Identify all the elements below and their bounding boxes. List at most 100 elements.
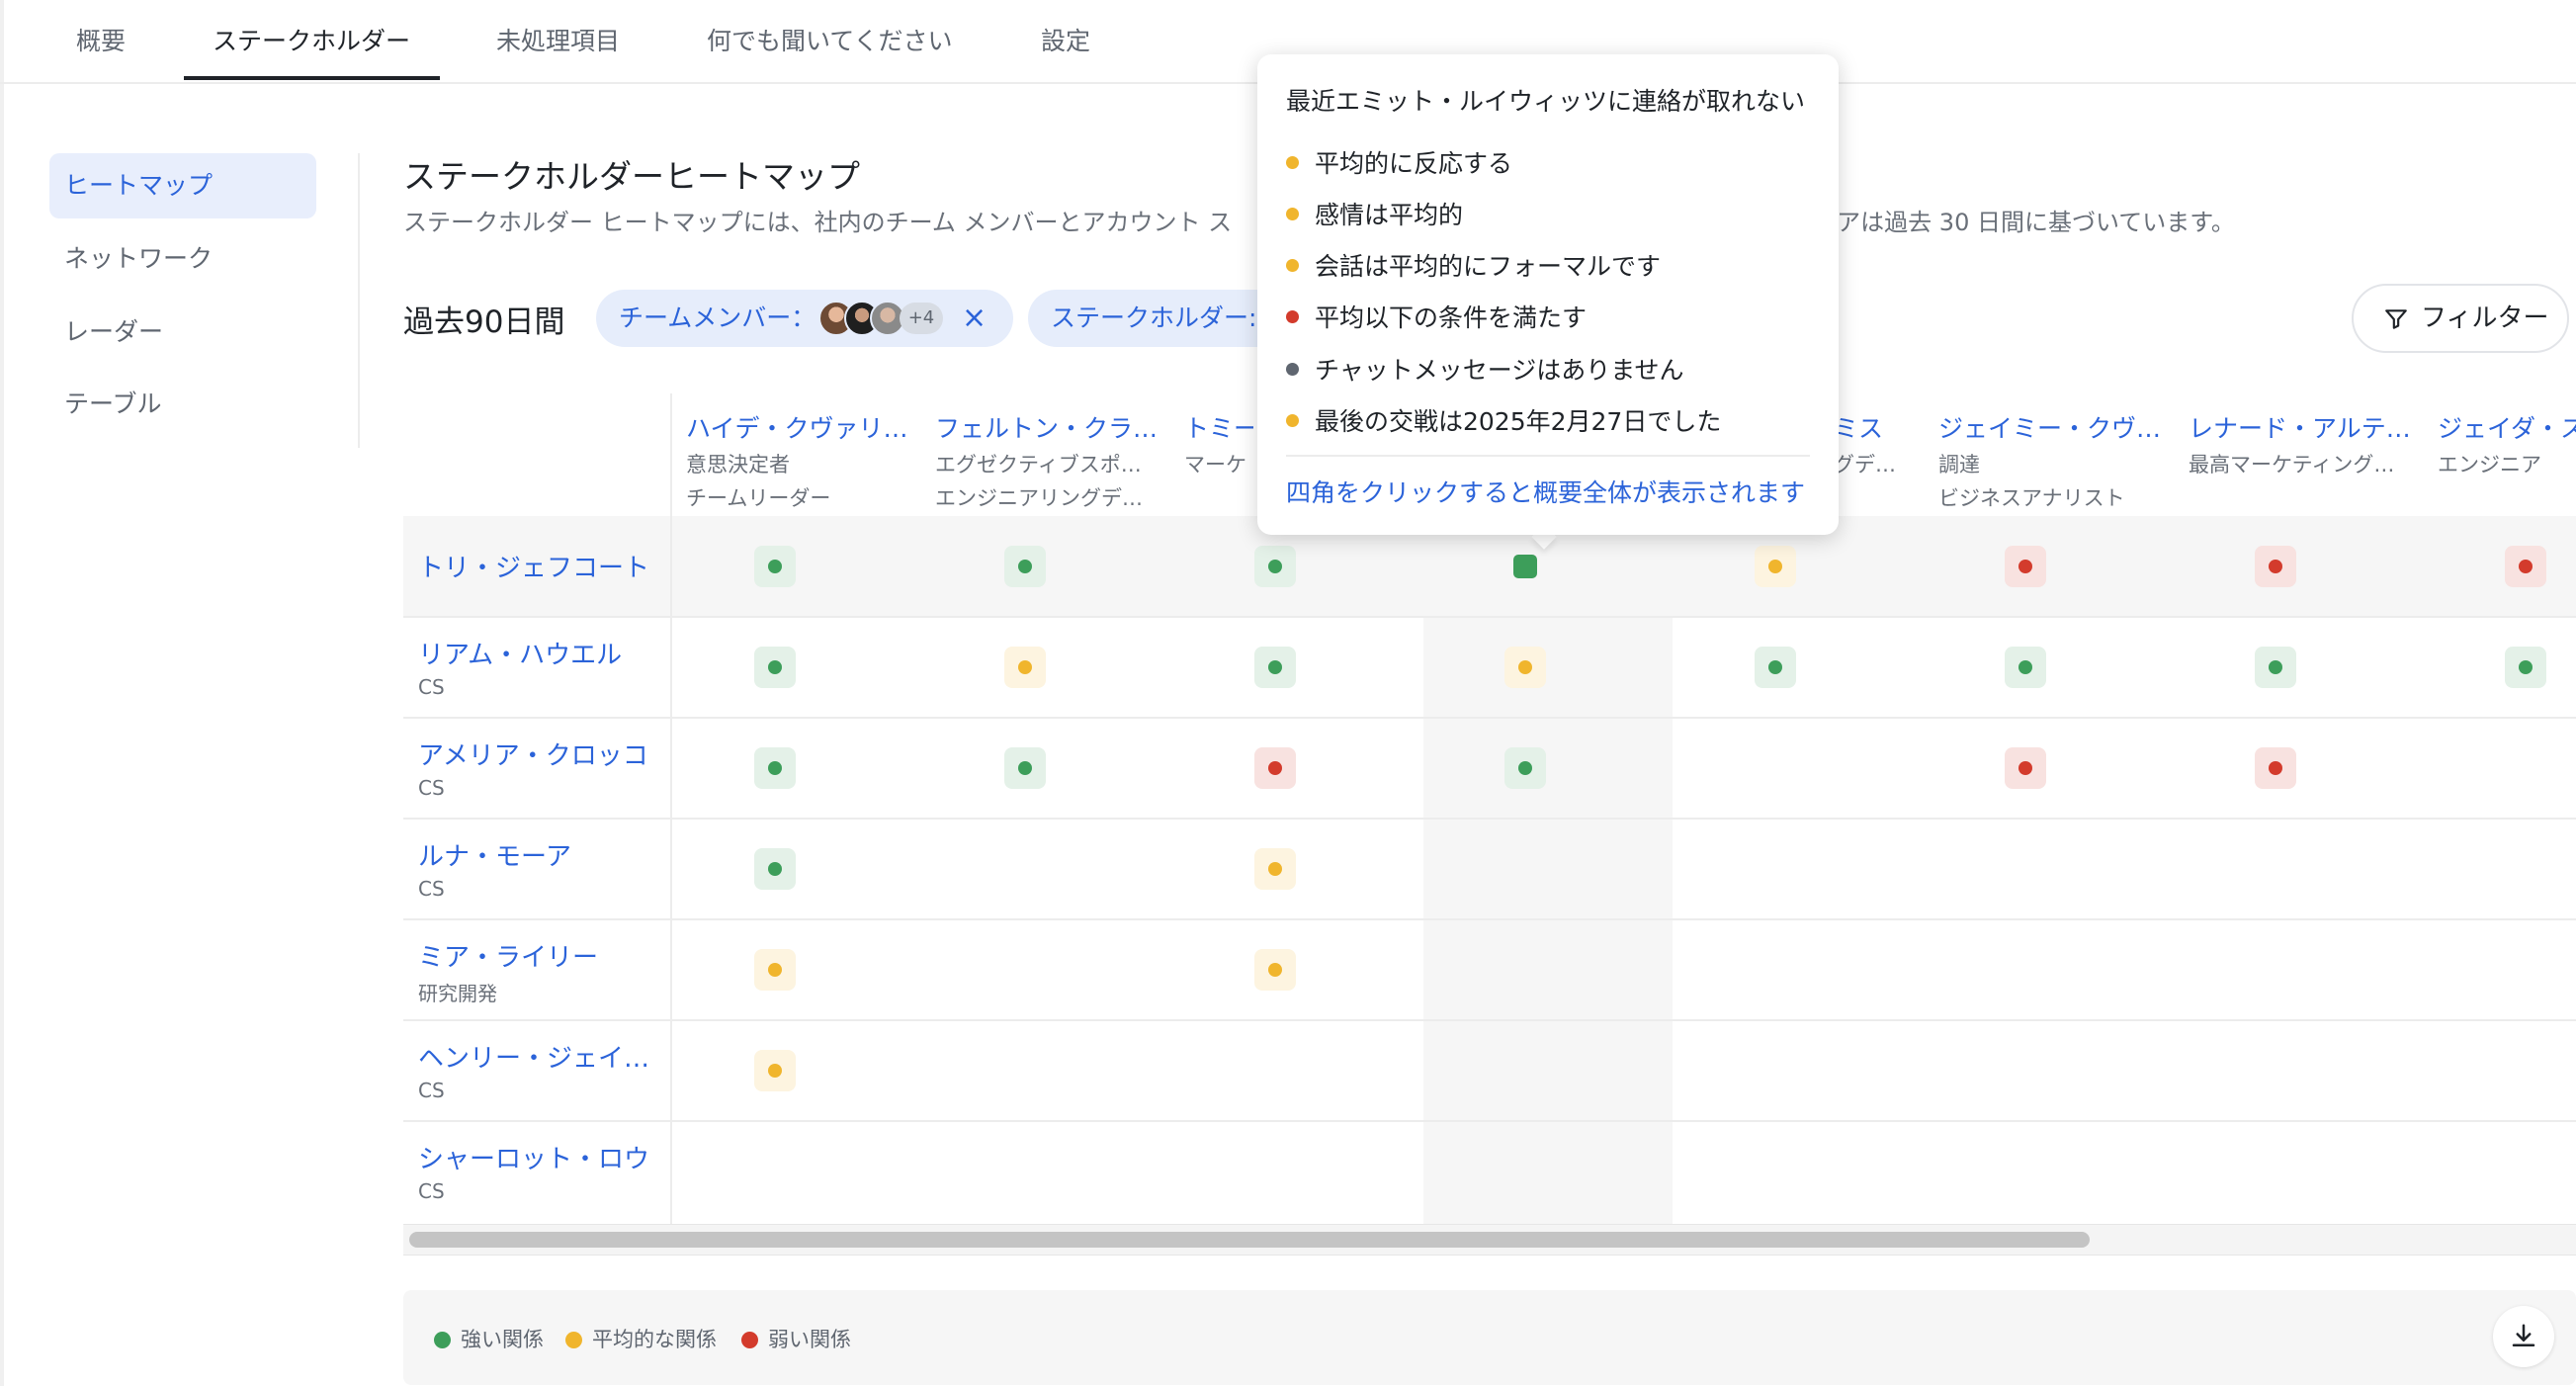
relationship-dot (2519, 560, 2533, 573)
heatmap-cell[interactable] (1254, 647, 1296, 688)
heatmap-cell[interactable] (754, 848, 796, 890)
row-header[interactable]: ヘンリー・ジェイ… CS (418, 1038, 655, 1102)
heatmap-cell[interactable] (754, 949, 796, 991)
heatmap-cell[interactable] (754, 647, 796, 688)
legend-average-label: 平均的な関係 (592, 1328, 717, 1351)
tooltip-item: 最後の交戦は2025年2月27日でした (1286, 402, 1721, 438)
page-title: ステークホルダーヒートマップ (403, 157, 860, 196)
heatmap-cell[interactable] (2505, 546, 2546, 587)
tooltip-item-text: 感情は平均的 (1315, 201, 1464, 229)
column-stakeholder-role: 最高マーケティング… (2189, 453, 2395, 476)
row-header[interactable]: リアム・ハウエル CS (418, 635, 655, 699)
row-divider (403, 1019, 2576, 1021)
tooltip-item-dot (1286, 156, 1299, 169)
column-stakeholder-name: ハイデ・クヴァリ… (686, 414, 908, 443)
column-stakeholder-department: チームリーダー (686, 486, 831, 510)
tab-stakeholders[interactable]: ステークホルダー (213, 22, 410, 57)
heatmap-cell[interactable] (1004, 747, 1046, 789)
tooltip-item: 平均以下の条件を満たす (1286, 299, 1587, 334)
relationship-dot (768, 761, 782, 775)
sidebar-item-network[interactable]: ネットワーク (49, 226, 316, 292)
heatmap-cell[interactable] (1254, 747, 1296, 789)
row-header[interactable]: アメリア・クロッコ CS (418, 736, 655, 800)
heatmap-cell[interactable] (2255, 747, 2296, 789)
tooltip-overview-link[interactable]: 四角をクリックすると概要全体が表示されます (1286, 474, 1805, 509)
heatmap-cell[interactable] (754, 747, 796, 789)
relationship-dot (768, 1064, 782, 1078)
column-header[interactable]: レナード・アルテ… 最高マーケティング… (2189, 409, 2426, 478)
heatmap-cell[interactable] (1254, 949, 1296, 991)
row-divider (403, 616, 2576, 618)
heatmap-cell[interactable] (1004, 647, 1046, 688)
tooltip-title: 最近エミット・ルイウィッツに連絡が取れない (1286, 87, 1806, 116)
row-member-team: CS (418, 776, 445, 800)
heatmap-cell[interactable] (1504, 546, 1546, 587)
tooltip-item-text: 平均以下の条件を満たす (1315, 303, 1588, 332)
heatmap-cell[interactable] (2255, 647, 2296, 688)
heatmap-cell[interactable] (754, 1050, 796, 1091)
row-member-team: 研究開発 (418, 982, 497, 1005)
tab-overview[interactable]: 概要 (76, 22, 126, 57)
horizontal-scrollbar[interactable] (403, 1224, 2576, 1256)
heatmap-cell[interactable] (754, 546, 796, 587)
heatmap-cell[interactable] (2505, 647, 2546, 688)
tooltip-item-dot (1286, 363, 1299, 376)
column-header[interactable]: フェルトン・クラ… エグゼクティブスポ… エンジニアリングデ… (935, 409, 1172, 512)
heatmap-cell[interactable] (1755, 546, 1796, 587)
selected-column-highlight (1423, 516, 1673, 1224)
row-header[interactable]: ミア・ライリー 研究開発 (418, 937, 655, 1006)
heatmap-cell[interactable] (1504, 647, 1546, 688)
stakeholder-filter-chip[interactable]: ステークホルダー: (1028, 290, 1257, 347)
funnel-icon (2385, 309, 2407, 329)
row-header[interactable]: ルナ・モーア CS (418, 836, 655, 901)
tab-settings[interactable]: 設定 (1041, 22, 1090, 57)
legend-weak-dot (741, 1332, 758, 1348)
scrollbar-thumb[interactable] (409, 1232, 2090, 1248)
tab-ask-anything[interactable]: 何でも聞いてください (707, 22, 953, 57)
sidebar-item-heatmap[interactable]: ヒートマップ (49, 153, 316, 218)
sidebar-item-table[interactable]: テーブル (49, 372, 316, 437)
column-stakeholder-name: レナード・アルテ… (2189, 414, 2411, 443)
row-header[interactable]: トリ・ジェフコート (418, 548, 655, 584)
column-stakeholder-department: ビジネスアナリスト (1938, 486, 2125, 510)
row-divider (403, 717, 2576, 719)
column-header[interactable]: ジェイダ・ス エンジニア (2438, 409, 2576, 478)
sidebar-item-radar[interactable]: レーダー (49, 300, 316, 365)
heatmap-cell[interactable] (1755, 647, 1796, 688)
tooltip-item: 平均的に反応する (1286, 144, 1512, 180)
tooltip-item-text: 平均的に反応する (1315, 149, 1513, 178)
column-stakeholder-role: エグゼクティブスポ… (935, 453, 1142, 476)
team-member-filter-chip[interactable]: チームメンバー： +4 × (596, 290, 1013, 347)
column-header[interactable]: ミス グデ… (1834, 409, 1903, 478)
heatmap-cell[interactable] (2005, 747, 2046, 789)
download-button[interactable] (2493, 1306, 2554, 1367)
column-header[interactable]: ジェイミー・クヴ… 調達 ビジネスアナリスト (1938, 409, 2176, 512)
cell-tooltip: 最近エミット・ルイウィッツに連絡が取れない 平均的に反応する 感情は平均的 会話… (1257, 54, 1839, 535)
filter-button[interactable]: フィルター (2352, 284, 2569, 353)
column-header[interactable]: トミー マーケ (1184, 409, 1253, 478)
relationship-dot (1268, 963, 1282, 977)
heatmap-cell[interactable] (2005, 647, 2046, 688)
heatmap-cell[interactable] (1004, 546, 1046, 587)
row-member-team: CS (418, 877, 445, 901)
heatmap-cell[interactable] (1254, 546, 1296, 587)
relationship-dot (1768, 560, 1782, 573)
legend-average-dot (565, 1332, 582, 1348)
legend-weak-label: 弱い関係 (768, 1328, 851, 1351)
column-header[interactable]: ハイデ・クヴァリ… 意思決定者 チームリーダー (686, 409, 923, 512)
download-icon (2512, 1324, 2535, 1346)
heatmap-cell[interactable] (1504, 747, 1546, 789)
heatmap-cell[interactable] (1254, 848, 1296, 890)
relationship-dot (1018, 660, 1032, 674)
relationship-dot (2269, 660, 2282, 674)
heatmap-cell[interactable] (2255, 546, 2296, 587)
row-member-name: シャーロット・ロウ (418, 1145, 650, 1174)
relationship-dot (1518, 761, 1532, 775)
filter-button-label: フィルター (2421, 303, 2549, 333)
tab-open-items[interactable]: 未処理項目 (496, 22, 620, 57)
heatmap-cell[interactable] (2005, 546, 2046, 587)
legend-weak: 弱い関係 (741, 1324, 851, 1353)
relationship-dot (1018, 761, 1032, 775)
clear-filter-icon[interactable]: × (962, 290, 987, 347)
row-header[interactable]: シャーロット・ロウ CS (418, 1139, 655, 1203)
